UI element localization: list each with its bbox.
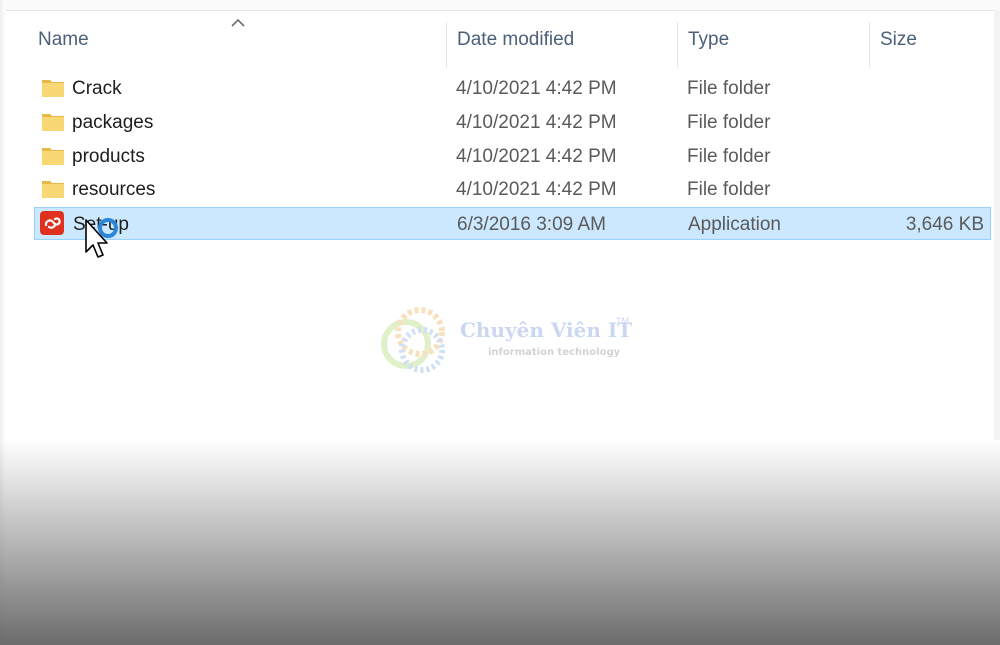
column-header-type[interactable]: Type <box>688 10 858 70</box>
adobe-cc-app-icon <box>40 211 64 235</box>
mouse-pointer-icon <box>85 218 118 258</box>
watermark-title: Chuyên Viên IT <box>460 318 633 342</box>
video-overlay-shade <box>0 440 1000 645</box>
file-type: File folder <box>687 178 771 200</box>
file-type: File folder <box>687 145 771 167</box>
file-name: resources <box>72 178 156 200</box>
folder-icon <box>42 80 64 97</box>
file-explorer-view: Name Date modified Type Size Crack 4/10/… <box>0 0 1000 645</box>
column-header-size[interactable]: Size <box>880 10 990 70</box>
column-divider[interactable] <box>677 22 678 68</box>
column-header-date-modified[interactable]: Date modified <box>457 10 667 70</box>
file-row-products[interactable]: products 4/10/2021 4:42 PM File folder <box>34 140 991 173</box>
file-name: packages <box>72 111 154 133</box>
file-row-resources[interactable]: resources 4/10/2021 4:42 PM File folder <box>34 173 991 206</box>
watermark-trademark: TM <box>616 316 629 326</box>
column-divider[interactable] <box>446 22 447 68</box>
file-size: 3,646 KB <box>905 213 984 235</box>
file-date-modified: 4/10/2021 4:42 PM <box>456 145 617 167</box>
column-header-name[interactable]: Name <box>38 10 438 70</box>
watermark-logo: Chuyên Viên IT TM information technology <box>376 302 636 380</box>
vertical-scrollbar[interactable] <box>994 10 1000 440</box>
folder-icon <box>42 114 64 131</box>
column-divider[interactable] <box>869 22 870 68</box>
file-date-modified: 4/10/2021 4:42 PM <box>456 178 617 200</box>
file-row-packages[interactable]: packages 4/10/2021 4:42 PM File folder <box>34 106 991 139</box>
column-header-bar: Name Date modified Type Size <box>0 10 1000 70</box>
watermark-rings-icon <box>381 307 445 373</box>
file-type: Application <box>688 213 781 235</box>
file-date-modified: 4/10/2021 4:42 PM <box>456 111 617 133</box>
file-name: Crack <box>72 77 122 99</box>
folder-icon <box>42 181 64 198</box>
file-date-modified: 6/3/2016 3:09 AM <box>457 213 606 235</box>
file-type: File folder <box>687 77 771 99</box>
folder-icon <box>42 148 64 165</box>
file-row-setup[interactable]: Set-up 6/3/2016 3:09 AM Application 3,64… <box>34 207 991 240</box>
watermark-subtitle: information technology <box>488 347 621 358</box>
file-name: products <box>72 145 145 167</box>
file-date-modified: 4/10/2021 4:42 PM <box>456 77 617 99</box>
file-type: File folder <box>687 111 771 133</box>
file-row-crack[interactable]: Crack 4/10/2021 4:42 PM File folder <box>34 72 991 105</box>
